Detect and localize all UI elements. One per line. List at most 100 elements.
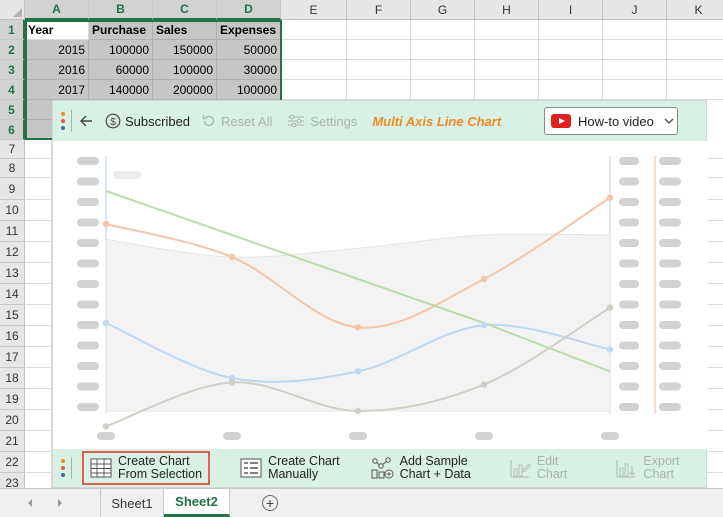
reset-all-button[interactable]: Reset All [201, 101, 272, 141]
row-header-8[interactable]: 8 [0, 159, 25, 178]
cell-k2[interactable] [667, 40, 723, 60]
row-header-9[interactable]: 9 [0, 178, 25, 200]
cell-k13[interactable] [707, 263, 723, 284]
edit-chart-button[interactable]: Edit Chart [509, 451, 567, 485]
row-header-18[interactable]: 18 [0, 368, 25, 389]
cell-a23[interactable] [25, 473, 52, 488]
cell-b1[interactable]: Purchase [89, 20, 153, 40]
cell-a20[interactable] [25, 410, 52, 431]
cell-i2[interactable] [539, 40, 603, 60]
cell-g2[interactable] [411, 40, 475, 60]
cell-g1[interactable] [411, 20, 475, 40]
cell-k17[interactable] [707, 347, 723, 368]
cell-a14[interactable] [25, 284, 52, 305]
cell-b2[interactable]: 100000 [89, 40, 153, 60]
column-header-i[interactable]: I [539, 0, 603, 20]
cell-g3[interactable] [411, 60, 475, 80]
cell-e3[interactable] [281, 60, 347, 80]
column-header-j[interactable]: J [603, 0, 667, 20]
column-header-d[interactable]: D [217, 0, 281, 20]
row-header-4[interactable]: 4 [0, 80, 25, 100]
row-header-21[interactable]: 21 [0, 431, 25, 452]
cell-h3[interactable] [475, 60, 539, 80]
row-header-5[interactable]: 5 [0, 100, 25, 120]
cell-a17[interactable] [25, 347, 52, 368]
cell-a18[interactable] [25, 368, 52, 389]
cell-d3[interactable]: 30000 [217, 60, 281, 80]
cell-k3[interactable] [667, 60, 723, 80]
cell-a10[interactable] [25, 200, 52, 221]
cell-c3[interactable]: 100000 [153, 60, 217, 80]
cell-a13[interactable] [25, 263, 52, 284]
cell-f4[interactable] [347, 80, 411, 100]
cell-a7[interactable] [25, 140, 52, 159]
cell-k19[interactable] [707, 389, 723, 410]
column-header-e[interactable]: E [281, 0, 347, 20]
cell-j4[interactable] [603, 80, 667, 100]
cell-i1[interactable] [539, 20, 603, 40]
cell-h1[interactable] [475, 20, 539, 40]
add-sheet-icon[interactable]: + [262, 495, 278, 511]
cell-a2[interactable]: 2015 [25, 40, 89, 60]
create-chart-manually-button[interactable]: Create Chart Manually [240, 451, 340, 485]
cell-a8[interactable] [25, 159, 52, 178]
cell-j1[interactable] [603, 20, 667, 40]
cell-k10[interactable] [707, 200, 723, 221]
cell-e1[interactable] [281, 20, 347, 40]
cell-i4[interactable] [539, 80, 603, 100]
cell-e4[interactable] [281, 80, 347, 100]
scroll-tabs-left-icon[interactable] [26, 498, 34, 508]
column-header-h[interactable]: H [475, 0, 539, 20]
row-header-3[interactable]: 3 [0, 60, 25, 80]
row-header-10[interactable]: 10 [0, 200, 25, 221]
cell-a9[interactable] [25, 178, 52, 200]
cell-h2[interactable] [475, 40, 539, 60]
add-sample-chart-button[interactable]: Add Sample Chart + Data [370, 451, 471, 485]
cell-k15[interactable] [707, 305, 723, 326]
cell-j2[interactable] [603, 40, 667, 60]
cell-k9[interactable] [707, 178, 723, 200]
cell-k16[interactable] [707, 326, 723, 347]
cell-a22[interactable] [25, 452, 52, 473]
howto-video-dropdown[interactable]: How-to video [544, 107, 678, 135]
cell-k22[interactable] [707, 452, 723, 473]
row-header-1[interactable]: 1 [0, 20, 25, 40]
row-header-12[interactable]: 12 [0, 242, 25, 263]
cell-a11[interactable] [25, 221, 52, 242]
cell-f2[interactable] [347, 40, 411, 60]
cell-k1[interactable] [667, 20, 723, 40]
cell-c4[interactable]: 200000 [153, 80, 217, 100]
cell-c1[interactable]: Sales [153, 20, 217, 40]
cell-k11[interactable] [707, 221, 723, 242]
column-header-c[interactable]: C [153, 0, 217, 20]
column-header-a[interactable]: A [25, 0, 89, 20]
cell-a12[interactable] [25, 242, 52, 263]
back-button[interactable] [78, 101, 94, 141]
row-header-2[interactable]: 2 [0, 40, 25, 60]
row-header-20[interactable]: 20 [0, 410, 25, 431]
cell-b3[interactable]: 60000 [89, 60, 153, 80]
tab-sheet1[interactable]: Sheet1 [100, 489, 164, 517]
row-header-23[interactable]: 23 [0, 473, 25, 488]
row-header-7[interactable]: 7 [0, 140, 25, 159]
subscribed-button[interactable]: $ Subscribed [105, 101, 190, 141]
cell-g4[interactable] [411, 80, 475, 100]
actions-kebab-icon[interactable] [55, 449, 71, 487]
cell-f1[interactable] [347, 20, 411, 40]
cell-k20[interactable] [707, 410, 723, 431]
row-header-11[interactable]: 11 [0, 221, 25, 242]
cell-d4[interactable]: 100000 [217, 80, 281, 100]
cell-e2[interactable] [281, 40, 347, 60]
cell-k18[interactable] [707, 368, 723, 389]
column-header-k[interactable]: K [667, 0, 723, 20]
cell-k14[interactable] [707, 284, 723, 305]
row-header-16[interactable]: 16 [0, 326, 25, 347]
row-header-13[interactable]: 13 [0, 263, 25, 284]
cell-k7[interactable] [707, 140, 723, 159]
cell-b4[interactable]: 140000 [89, 80, 153, 100]
cell-i3[interactable] [539, 60, 603, 80]
cell-h4[interactable] [475, 80, 539, 100]
cell-a1[interactable]: Year [25, 20, 89, 40]
column-header-f[interactable]: F [347, 0, 411, 20]
cell-k4[interactable] [667, 80, 723, 100]
